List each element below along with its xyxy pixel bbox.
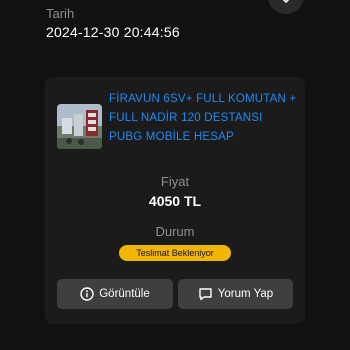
order-detail-page: Tarih 2024-12-30 20:44:56 FİRAVUN 6SV+ F…	[0, 0, 350, 350]
review-button-label: Yorum Yap	[217, 288, 274, 300]
price-label: Fiyat	[160, 174, 190, 189]
date-value: 2024-12-30 20:44:56	[46, 24, 180, 40]
product-title-link[interactable]: FİRAVUN 6SV+ FULL KOMUTAN + FULL NADİR 1…	[109, 90, 299, 147]
view-button-label: Görüntüle	[99, 288, 150, 300]
order-card: FİRAVUN 6SV+ FULL KOMUTAN + FULL NADİR 1…	[45, 77, 305, 324]
info-icon	[80, 287, 94, 301]
status-label: Durum	[155, 224, 195, 239]
date-label: Tarih	[46, 6, 75, 21]
status-badge: Teslimat Bekleniyor	[119, 245, 231, 261]
view-button[interactable]: Görüntüle	[57, 279, 173, 309]
price-value: 4050 TL	[148, 193, 202, 209]
comment-icon	[198, 287, 213, 301]
top-action-button[interactable]	[268, 0, 304, 14]
product-thumbnail[interactable]	[57, 104, 102, 149]
chevron-down-icon	[281, 0, 291, 8]
review-button[interactable]: Yorum Yap	[178, 279, 293, 309]
